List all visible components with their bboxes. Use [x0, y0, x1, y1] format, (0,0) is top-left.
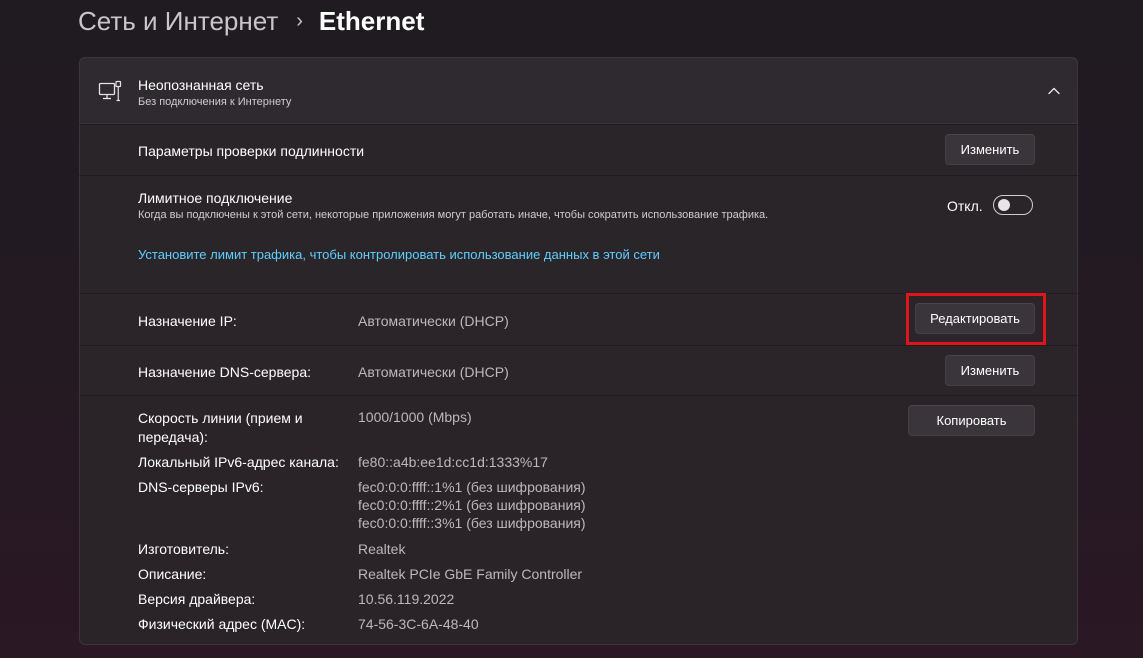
speed-value: 1000/1000 (Mbps)	[358, 409, 472, 425]
dns-assignment-label: Назначение DNS-сервера:	[138, 364, 311, 380]
auth-change-button[interactable]: Изменить	[945, 134, 1035, 165]
dns-assignment-value: Автоматически (DHCP)	[358, 364, 509, 380]
metered-toggle-state: Откл.	[947, 198, 983, 214]
metered-toggle[interactable]	[993, 195, 1033, 215]
metered-label: Лимитное подключение	[138, 190, 293, 206]
copy-button[interactable]: Копировать	[908, 405, 1035, 436]
driver-version-label: Версия драйвера:	[138, 591, 256, 607]
toggle-knob	[998, 199, 1010, 211]
highlight-box	[906, 293, 1046, 345]
description-label: Описание:	[138, 566, 207, 582]
dns-ipv6-server-1: fec0:0:0:ffff::1%1 (без шифрования)	[358, 479, 586, 495]
ip-assignment-label: Назначение IP:	[138, 313, 237, 329]
driver-version-value: 10.56.119.2022	[358, 591, 455, 607]
description-value: Realtek PCIe GbE Family Controller	[358, 566, 583, 582]
breadcrumb-parent[interactable]: Сеть и Интернет	[78, 6, 278, 37]
breadcrumb: Сеть и Интернет › Ethernet	[78, 2, 424, 40]
ipv6-value: fe80::a4b:ee1d:cc1d:1333%17	[358, 454, 548, 470]
network-header[interactable]: Неопознанная сеть Без подключения к Инте…	[79, 57, 1078, 124]
auth-settings-label: Параметры проверки подлинности	[138, 143, 365, 159]
metered-description: Когда вы подключены к этой сети, некотор…	[138, 209, 769, 221]
mac-address-label: Физический адрес (MAC):	[138, 616, 306, 632]
manufacturer-value: Realtek	[358, 541, 406, 557]
page-title: Ethernet	[318, 5, 425, 36]
set-data-limit-link[interactable]: Установите лимит трафика, чтобы контроли…	[138, 247, 660, 262]
ipv6-label: Локальный IPv6-адрес канала:	[138, 454, 339, 470]
properties-section: Скорость линии (прием и передача): 1000/…	[79, 395, 1078, 645]
mac-address-value: 74-56-3C-6A-48-40	[358, 616, 479, 632]
dns-ipv6-server-3: fec0:0:0:ffff::3%1 (без шифрования)	[358, 515, 586, 531]
dns-ipv6-label: DNS-серверы IPv6:	[138, 479, 264, 495]
network-status: Без подключения к Интернету	[138, 96, 292, 108]
network-name: Неопознанная сеть	[138, 77, 264, 93]
dns-change-button[interactable]: Изменить	[945, 355, 1035, 386]
manufacturer-label: Изготовитель:	[138, 541, 229, 557]
dns-assignment-row: Назначение DNS-сервера: Автоматически (D…	[79, 345, 1078, 395]
dns-ipv6-server-2: fec0:0:0:ffff::2%1 (без шифрования)	[358, 497, 586, 513]
metered-connection-row: Лимитное подключение Когда вы подключены…	[79, 175, 1078, 293]
auth-settings-row: Параметры проверки подлинности Изменить	[79, 124, 1078, 175]
ethernet-settings-panel: Неопознанная сеть Без подключения к Инте…	[79, 57, 1078, 645]
chevron-up-icon[interactable]	[1047, 84, 1061, 98]
ethernet-monitor-icon	[98, 80, 122, 102]
breadcrumb-separator: ›	[296, 9, 303, 32]
speed-label: Скорость линии (прием и передача):	[138, 410, 303, 445]
ip-assignment-value: Автоматически (DHCP)	[358, 313, 509, 329]
